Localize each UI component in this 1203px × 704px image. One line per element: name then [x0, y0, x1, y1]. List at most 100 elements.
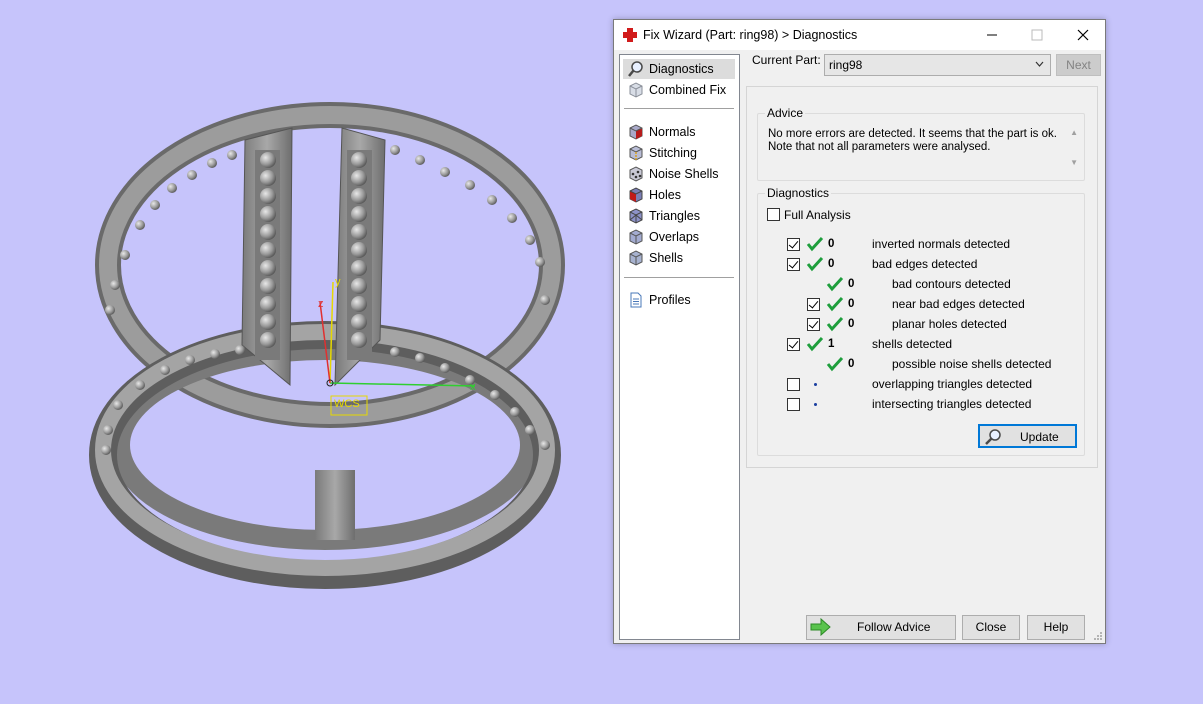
magnifier-icon	[628, 61, 643, 77]
fix-wizard-dialog: Fix Wizard (Part: ring98) > Diagnostics …	[613, 19, 1106, 644]
diag-label: bad edges detected	[872, 257, 978, 271]
sidebar-item-holes[interactable]: Holes	[623, 185, 735, 205]
sidebar-item-combined-fix[interactable]: Combined Fix	[623, 80, 735, 100]
holes-cube-icon	[629, 187, 643, 203]
not-analysed-dot-icon	[814, 383, 817, 386]
close-icon	[1077, 29, 1089, 41]
y-axis-label: y	[335, 276, 341, 288]
diag-checkbox[interactable]	[787, 398, 800, 411]
diag-checkbox[interactable]	[787, 378, 800, 391]
diag-label: bad contours detected	[892, 277, 1011, 291]
diag-label: possible noise shells detected	[892, 357, 1052, 371]
diag-label: intersecting triangles detected	[872, 397, 1032, 411]
check-icon	[826, 276, 844, 292]
sidebar-item-triangles[interactable]: Triangles	[623, 206, 735, 226]
combined-fix-icon	[629, 82, 643, 98]
help-button[interactable]: Help	[1027, 615, 1085, 640]
3d-viewport[interactable]: x y z WCS	[0, 0, 610, 704]
stitching-cube-icon	[629, 145, 643, 161]
chevron-down-icon	[1035, 61, 1044, 67]
wizard-sidebar: Diagnostics Combined Fix Normals Stitchi…	[619, 54, 740, 640]
diagnostics-panel: Advice No more errors are detected. It s…	[746, 86, 1098, 468]
full-analysis-checkbox[interactable]	[767, 208, 780, 221]
current-part-label: Current Part:	[752, 53, 821, 67]
minimize-button[interactable]	[969, 20, 1015, 50]
diag-count: 0	[848, 358, 855, 370]
current-part-value: ring98	[829, 58, 863, 72]
sidebar-item-stitching[interactable]: Stitching	[623, 143, 735, 163]
diag-count: 1	[828, 338, 835, 350]
sidebar-item-normals[interactable]: Normals	[623, 122, 735, 142]
sidebar-item-label: Noise Shells	[649, 167, 719, 181]
advice-title: Advice	[765, 106, 806, 120]
follow-advice-label: Follow Advice	[857, 620, 931, 634]
overlaps-cube-icon	[629, 229, 643, 245]
check-icon	[826, 356, 844, 372]
advice-group: Advice No more errors are detected. It s…	[757, 106, 1085, 181]
sidebar-item-label: Combined Fix	[649, 83, 727, 97]
sidebar-item-label: Stitching	[649, 146, 697, 160]
advice-line-1: No more errors are detected. It seems th…	[768, 128, 1057, 140]
diag-label: planar holes detected	[892, 317, 1007, 331]
normals-cube-icon	[629, 124, 643, 140]
maximize-icon	[1031, 29, 1043, 41]
maximize-button[interactable]	[1014, 20, 1060, 50]
x-axis-label: x	[470, 381, 476, 393]
sidebar-item-label: Diagnostics	[649, 62, 714, 76]
title-bar[interactable]: Fix Wizard (Part: ring98) > Diagnostics	[614, 20, 1105, 50]
close-window-button[interactable]	[1060, 20, 1106, 50]
next-button[interactable]: Next	[1056, 54, 1101, 76]
resize-grip-icon[interactable]	[1093, 631, 1103, 641]
red-cross-icon	[623, 28, 637, 42]
scroll-up-icon[interactable]: ▲	[1070, 128, 1078, 137]
sidebar-item-label: Overlaps	[649, 230, 700, 244]
arrow-right-icon	[810, 618, 831, 636]
sidebar-item-overlaps[interactable]: Overlaps	[623, 227, 735, 247]
diag-label: inverted normals detected	[872, 237, 1011, 251]
sidebar-divider	[624, 108, 734, 109]
shells-cube-icon	[629, 250, 643, 266]
diag-checkbox[interactable]	[787, 258, 800, 271]
close-button[interactable]: Close	[962, 615, 1020, 640]
sidebar-item-label: Shells	[649, 251, 684, 265]
diag-count: 0	[828, 238, 835, 250]
check-icon	[826, 296, 844, 312]
diag-count: 0	[848, 318, 855, 330]
magnifier-icon	[985, 429, 1001, 445]
triangles-cube-icon	[629, 208, 643, 224]
diag-label: shells detected	[872, 337, 953, 351]
document-icon	[630, 292, 642, 308]
sidebar-item-label: Normals	[649, 125, 696, 139]
advice-line-2: Note that not all parameters were analys…	[768, 141, 991, 153]
ring-model	[89, 102, 565, 589]
check-icon	[806, 336, 824, 352]
sidebar-item-profiles[interactable]: Profiles	[623, 290, 735, 310]
minimize-icon	[987, 34, 997, 36]
check-icon	[806, 236, 824, 252]
diag-label: overlapping triangles detected	[872, 377, 1033, 391]
diag-count: 0	[848, 298, 855, 310]
sidebar-item-noise-shells[interactable]: Noise Shells	[623, 164, 735, 184]
sidebar-item-label: Holes	[649, 188, 681, 202]
diag-checkbox[interactable]	[807, 298, 820, 311]
diag-label: near bad edges detected	[892, 297, 1025, 311]
wcs-label: WCS	[334, 398, 360, 410]
update-label: Update	[1020, 430, 1059, 444]
diag-checkbox[interactable]	[787, 238, 800, 251]
sidebar-item-label: Profiles	[649, 293, 691, 307]
diag-count: 0	[848, 278, 855, 290]
noise-shells-icon	[629, 166, 643, 182]
update-button[interactable]: Update	[978, 424, 1077, 448]
sidebar-item-diagnostics[interactable]: Diagnostics	[623, 59, 735, 79]
sidebar-item-label: Triangles	[649, 209, 700, 223]
follow-advice-button[interactable]: Follow Advice	[806, 615, 956, 640]
diag-checkbox[interactable]	[787, 338, 800, 351]
scroll-down-icon[interactable]: ▼	[1070, 158, 1078, 167]
current-part-select[interactable]: ring98	[824, 54, 1051, 76]
sidebar-item-shells[interactable]: Shells	[623, 248, 735, 268]
sidebar-divider	[624, 277, 734, 278]
not-analysed-dot-icon	[814, 403, 817, 406]
z-axis-label: z	[318, 298, 324, 310]
diag-checkbox[interactable]	[807, 318, 820, 331]
check-icon	[806, 256, 824, 272]
